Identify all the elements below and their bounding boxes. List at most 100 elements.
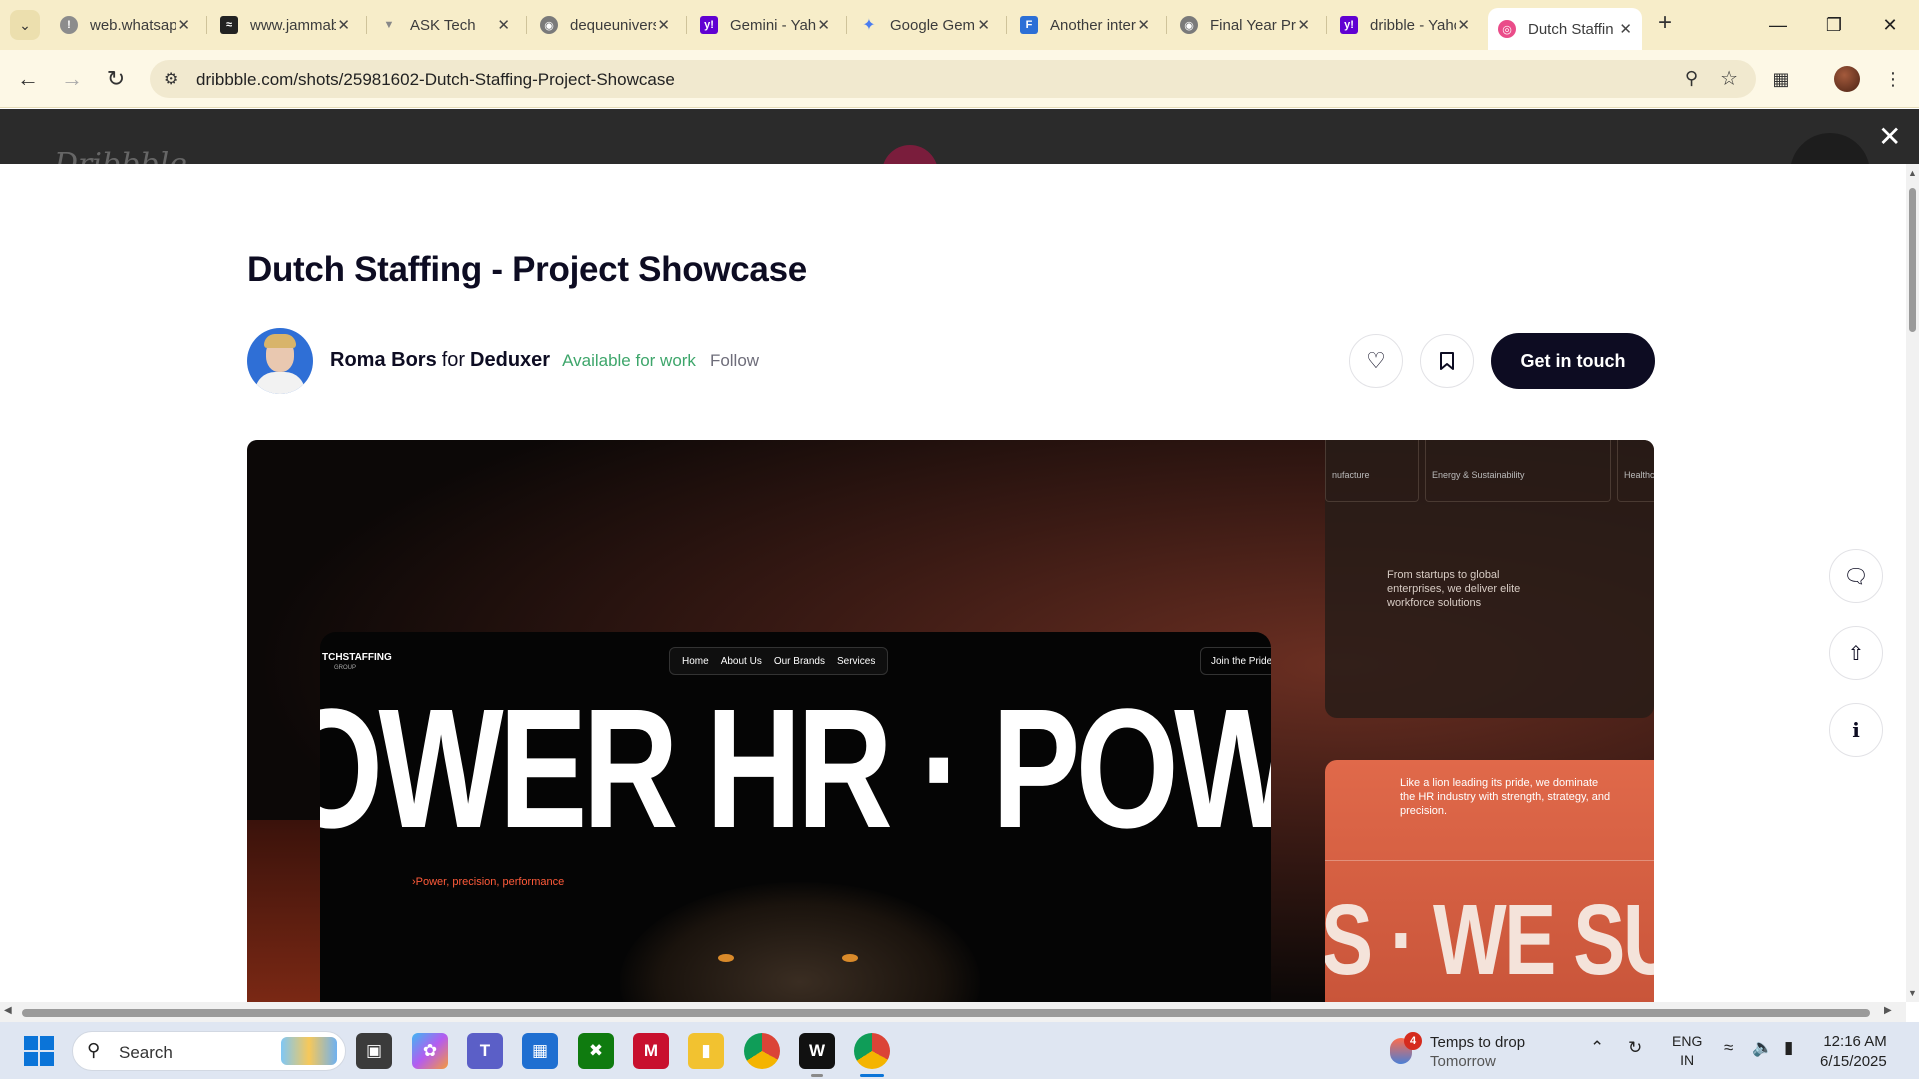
arrow-left-icon: ← [17,66,39,91]
menu-kebab-icon[interactable]: ⋮ [1878,64,1908,94]
tab-google-gemini[interactable]: ✦ Google Gemini ✕ [850,8,1000,42]
back-button[interactable]: ← [12,63,44,95]
tab-dribble-yahoo[interactable]: y! dribble - Yahoo ✕ [1330,8,1480,42]
shot-image[interactable]: nufacture Energy & Sustainability Health… [247,440,1654,1002]
share-icon: ⇧ [1847,642,1865,665]
get-in-touch-button[interactable]: Get in touch [1491,333,1655,389]
scrollbar-thumb[interactable] [1909,188,1916,332]
follow-link[interactable]: Follow [710,351,759,371]
close-icon[interactable]: ✕ [817,16,830,34]
tab-separator [846,16,847,34]
mockup-logo: TCHSTAFFING [322,652,392,663]
arrow-right-icon: → [61,66,83,91]
tab-final-year[interactable]: ◉ Final Year Project ✕ [1170,8,1320,42]
wordart-icon[interactable]: W [799,1033,835,1069]
teams-icon[interactable]: T [467,1033,503,1069]
globe-icon: ◉ [1180,16,1198,34]
tab-jammable[interactable]: ≈ www.jammable ✕ [210,8,360,42]
forward-button[interactable]: → [56,63,88,95]
store-icon[interactable]: ▦ [522,1033,558,1069]
system-clock[interactable]: 12:16 AM 6/15/2025 [1820,1032,1887,1072]
author-name[interactable]: Roma Bors [330,349,437,372]
save-button[interactable] [1420,334,1474,388]
address-bar[interactable]: ⚙ dribbble.com/shots/25981602-Dutch-Staf… [150,60,1756,98]
battery-icon[interactable]: ▮ [1784,1038,1793,1058]
close-icon[interactable]: ✕ [1297,16,1310,34]
heart-icon: ♡ [1366,348,1386,373]
chrome-profile-icon[interactable] [854,1033,890,1069]
reload-button[interactable]: ↻ [100,63,132,95]
like-button[interactable]: ♡ [1349,334,1403,388]
reload-icon: ↻ [106,66,126,91]
tab-dutch-staffing[interactable]: ◎ Dutch Staffing ✕ [1488,8,1642,50]
close-modal-icon[interactable]: ✕ [1878,120,1901,153]
tab-search-button[interactable]: ⌄ [10,10,40,40]
filter-icon: ▼ [383,19,395,31]
page-backdrop: Dribbble [0,109,1919,213]
comments-button[interactable]: 🗨 [1829,549,1883,603]
close-icon[interactable]: ✕ [177,16,190,34]
restore-button[interactable]: ❐ [1806,0,1862,50]
tab-whatsapp[interactable]: ! web.whatsapp.com ✕ [50,8,200,42]
close-icon[interactable]: ✕ [1137,16,1150,34]
windows-start-button[interactable] [24,1036,54,1066]
tab-gemini-yahoo[interactable]: y! Gemini - Yahoo ✕ [690,8,840,42]
close-icon[interactable]: ✕ [657,16,670,34]
scrollbar-thumb[interactable] [22,1009,1870,1017]
info-icon: i [1852,718,1860,742]
close-icon[interactable]: ✕ [337,16,350,34]
scroll-left-icon[interactable]: ◀ [4,1005,12,1016]
active-app-indicator [860,1074,884,1077]
volume-icon[interactable]: 🔈 [1752,1038,1773,1058]
team-name[interactable]: Deduxer [470,349,550,372]
close-icon[interactable]: ✕ [497,16,510,34]
tab-ask-tech[interactable]: ▼ ASK Tech ✕ [370,8,520,42]
zoom-icon[interactable]: ⚲ [1685,68,1698,89]
yahoo-icon: y! [700,16,718,34]
chevron-up-icon[interactable]: ⌃ [1590,1038,1604,1058]
industry-chip: Energy & Sustainability [1425,440,1611,502]
tab-separator [686,16,687,34]
file-explorer-icon[interactable]: ▮ [688,1033,724,1069]
sync-icon[interactable]: ↻ [1628,1038,1642,1058]
task-view-icon[interactable]: ▣ [356,1033,392,1069]
site-settings-icon[interactable]: ⚙ [164,69,178,89]
info-button[interactable]: i [1829,703,1883,757]
wifi-icon[interactable]: ≈ [1724,1038,1733,1058]
xbox-icon[interactable]: ✖ [578,1033,614,1069]
scroll-down-icon[interactable]: ▼ [1908,988,1917,998]
bookmark-star-icon[interactable]: ☆ [1720,66,1738,91]
close-icon[interactable]: ✕ [977,16,990,34]
horizontal-scrollbar[interactable]: ◀ ▶ [0,1002,1906,1022]
author-avatar[interactable] [247,328,313,394]
copilot-icon[interactable]: ✿ [412,1033,448,1069]
new-tab-button[interactable]: + [1650,8,1680,38]
availability-status[interactable]: Available for work [562,351,696,371]
taskbar-search[interactable]: ⚲ Search [72,1031,346,1071]
profile-avatar[interactable] [1834,66,1860,92]
clock-time: 12:16 AM [1823,1033,1887,1050]
extensions-icon[interactable]: ▦ [1766,64,1796,94]
forms-icon: F [1020,16,1038,34]
tab-separator [526,16,527,34]
tab-separator [366,16,367,34]
share-button[interactable]: ⇧ [1829,626,1883,680]
weather-widget[interactable]: 4 Temps to drop Tomorrow [1390,1030,1560,1072]
close-icon[interactable]: ✕ [1457,16,1470,34]
close-icon[interactable]: ✕ [1619,20,1632,38]
minimize-button[interactable]: — [1750,0,1806,50]
language-indicator[interactable]: ENG IN [1672,1032,1702,1070]
url-text[interactable]: dribbble.com/shots/25981602-Dutch-Staffi… [196,70,675,90]
tab-dequeuniversity[interactable]: ◉ dequeuniversity ✕ [530,8,680,42]
tab-another-interview[interactable]: F Another interview ✕ [1010,8,1160,42]
scroll-right-icon[interactable]: ▶ [1884,1005,1892,1016]
chrome-icon[interactable] [744,1033,780,1069]
mockup-logo-sub: GROUP [334,665,357,671]
close-window-button[interactable]: ✕ [1862,0,1918,50]
mcafee-icon[interactable]: M [633,1033,669,1069]
tab-separator [1166,16,1167,34]
close-icon: ✕ [1882,14,1898,35]
tab-separator [206,16,207,34]
vertical-scrollbar[interactable]: ▲ ▼ [1906,164,1919,1002]
scroll-up-icon[interactable]: ▲ [1908,168,1917,178]
